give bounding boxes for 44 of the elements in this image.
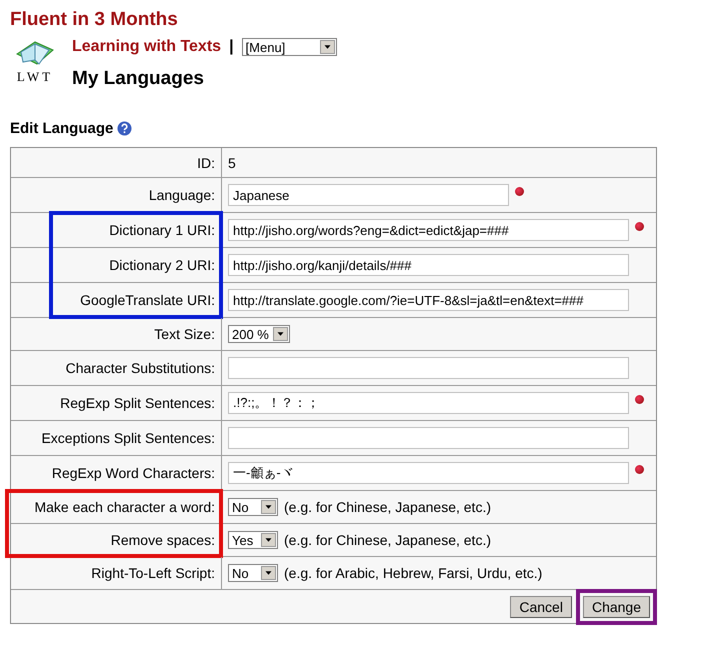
menu-select[interactable]: [Menu] [242,38,337,56]
input-field[interactable]: Japanese [228,184,509,206]
dropdown[interactable]: 200 % [228,325,290,343]
caret-icon [320,40,335,54]
field-label: ID: [197,154,215,170]
input-field[interactable] [228,427,629,449]
input-field[interactable]: http://translate.google.com/?ie=UTF-8&sl=ja&tl=en&text=### [228,289,629,311]
input-field[interactable]: http://jisho.org/words?eng=&dict=edict&jap=### [228,219,629,241]
field-label: Exceptions Split Sentences: [41,430,215,446]
field-label: Remove spaces: [110,532,215,548]
hint-text: (e.g. for Arabic, Hebrew, Farsi, Urdu, etc.) [284,565,542,581]
field-label: Right-To-Left Script: [91,565,215,581]
section-title: Edit Language [10,120,114,137]
field-label: Make each character a word: [34,499,215,515]
caret-icon [261,533,276,547]
input-field[interactable] [228,357,629,379]
caret-icon [261,500,276,514]
separator: | [229,38,234,56]
page-title: My Languages [72,68,205,90]
caret-icon [273,327,288,341]
field-label: Character Substitutions: [66,360,215,376]
field-label: RegExp Split Sentences: [60,395,215,411]
site-title: Fluent in 3 Months [10,8,179,32]
dropdown[interactable]: No [228,498,278,516]
id-value: 5 [228,154,236,170]
field-label: GoogleTranslate URI: [80,292,215,308]
field-label: Dictionary 2 URI: [109,257,215,273]
change-button[interactable]: Change [582,596,650,618]
dropdown[interactable]: No [228,564,278,582]
hint-text: (e.g. for Chinese, Japanese, etc.) [284,499,491,515]
input-field[interactable]: .!?:;。！？：； [228,392,629,414]
app-link[interactable]: Learning with Texts [72,38,222,56]
field-label: Dictionary 1 URI: [109,222,215,238]
field-label: Text Size: [154,326,215,342]
cancel-button[interactable]: Cancel [510,596,572,618]
help-icon[interactable] [117,121,132,136]
caret-icon [261,566,276,580]
input-field[interactable]: http://jisho.org/kanji/details/### [228,254,629,276]
dropdown[interactable]: Yes [228,531,278,549]
input-field[interactable]: 一-龥ぁ-ヾ [228,462,629,484]
hint-text: (e.g. for Chinese, Japanese, etc.) [284,532,491,548]
field-label: Language: [148,187,215,203]
logo-text: LWT [16,69,54,85]
field-label: RegExp Word Characters: [52,465,215,481]
